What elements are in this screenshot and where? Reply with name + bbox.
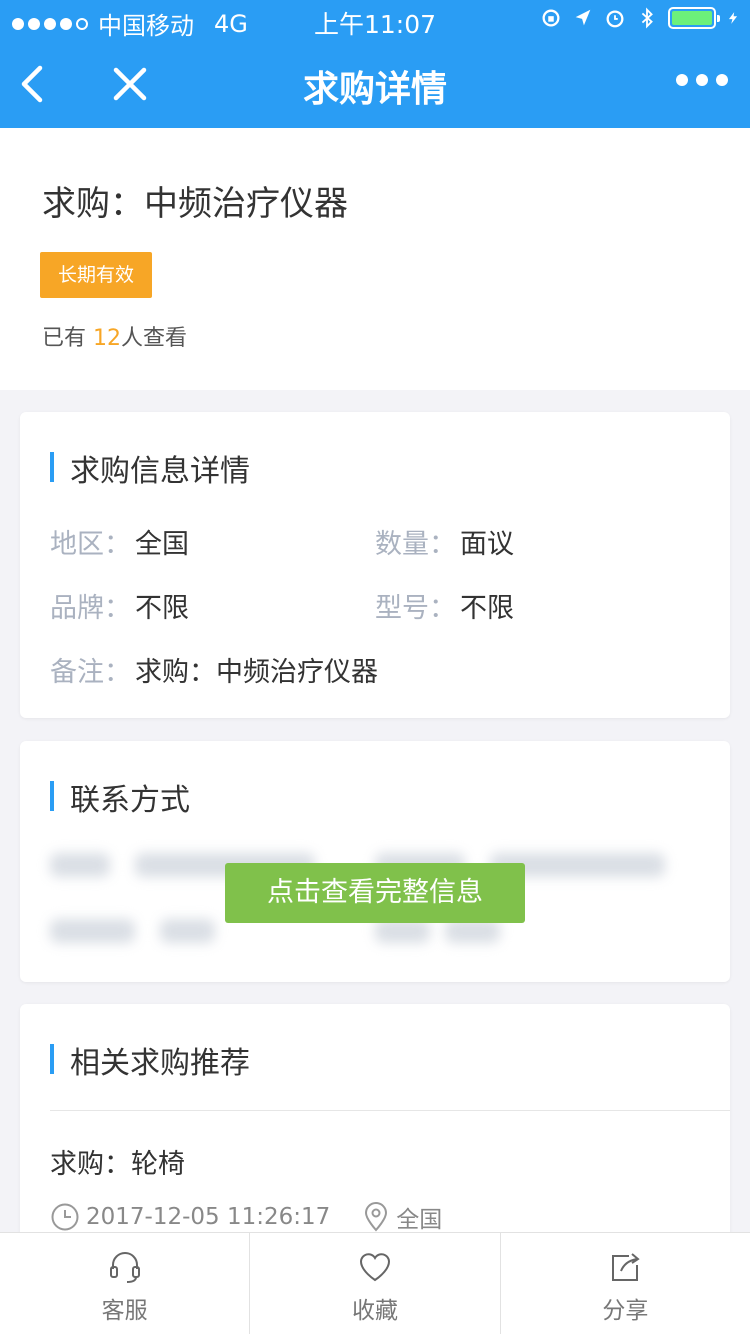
bluetooth-icon xyxy=(641,7,653,29)
tab-share[interactable]: 分享 xyxy=(499,1233,750,1334)
tab-favorite[interactable]: 收藏 xyxy=(249,1233,499,1334)
bottom-tab-bar: 客服 收藏 分享 xyxy=(0,1232,750,1334)
model-field: 型号： 不限 xyxy=(375,586,514,625)
tab-favorite-label: 收藏 xyxy=(351,1298,398,1324)
view-count-number: 12 xyxy=(93,326,121,351)
location-pin-icon xyxy=(365,1202,388,1232)
note-value: 求购：中频治疗仪器 xyxy=(135,657,378,688)
view-count: 已有 12人查看 xyxy=(42,320,187,352)
listing-header: 求购：中频治疗仪器 长期有效 已有 12人查看 xyxy=(0,128,750,390)
rotation-lock-icon xyxy=(542,9,560,27)
charging-icon xyxy=(728,12,738,24)
validity-badge: 长期有效 xyxy=(40,252,152,298)
contact-card-title: 联系方式 xyxy=(50,775,190,819)
tab-customer-service-label: 客服 xyxy=(101,1298,148,1324)
close-icon[interactable] xyxy=(110,64,150,104)
quantity-label: 数量： xyxy=(375,529,456,560)
quantity-value: 面议 xyxy=(460,529,514,560)
blurred-contact-label-2 xyxy=(50,919,135,943)
brand-label: 品牌： xyxy=(50,593,131,624)
tab-customer-service[interactable]: 客服 xyxy=(0,1233,249,1334)
tab-share-label: 分享 xyxy=(602,1298,649,1324)
headset-icon xyxy=(109,1252,140,1283)
related-item-meta: 2017-12-05 11:26:17 全国 xyxy=(50,1200,442,1234)
contact-card: 联系方式 点击查看完整信息 xyxy=(20,741,730,982)
blurred-contact-label xyxy=(50,853,110,877)
related-item-time: 2017-12-05 11:26:17 xyxy=(86,1204,331,1230)
quantity-field: 数量： 面议 xyxy=(375,522,514,561)
region-value: 全国 xyxy=(135,529,189,560)
related-card-title: 相关求购推荐 xyxy=(50,1038,250,1082)
region-label: 地区： xyxy=(50,529,131,560)
clock-icon xyxy=(51,1203,79,1231)
heart-icon xyxy=(359,1253,390,1282)
related-item-title[interactable]: 求购：轮椅 xyxy=(50,1142,185,1181)
note-field: 备注： 求购：中频治疗仪器 xyxy=(50,650,378,689)
model-label: 型号： xyxy=(375,593,456,624)
share-icon xyxy=(612,1253,640,1281)
status-right xyxy=(540,6,740,30)
brand-field: 品牌： 不限 xyxy=(50,586,189,625)
listing-title: 求购：中频治疗仪器 xyxy=(42,184,348,224)
view-count-prefix: 已有 xyxy=(42,326,93,351)
note-label: 备注： xyxy=(50,657,131,688)
divider xyxy=(50,1110,730,1111)
screen: 中国移动 4G 上午11:07 求购详情 求购：中频治疗仪器 长期有效 已有 1… xyxy=(0,0,750,1334)
alarm-icon xyxy=(606,10,624,28)
battery-icon xyxy=(668,7,720,29)
related-item-region: 全国 xyxy=(396,1207,443,1233)
status-bar: 中国移动 4G 上午11:07 xyxy=(0,0,750,40)
brand-value: 不限 xyxy=(135,593,189,624)
view-count-suffix: 人查看 xyxy=(121,326,188,351)
info-card: 求购信息详情 地区： 全国 数量： 面议 品牌： 不限 型号： 不限 备注： 求购：中频治… xyxy=(20,412,730,718)
related-card: 相关求购推荐 求购：轮椅 2017-12-05 11:26:17 全国 xyxy=(20,1004,730,1264)
blurred-contact-value-2 xyxy=(160,919,215,943)
view-full-info-button[interactable]: 点击查看完整信息 xyxy=(225,863,525,923)
region-field: 地区： 全国 xyxy=(50,522,189,561)
info-card-title: 求购信息详情 xyxy=(50,446,250,490)
more-icon[interactable] xyxy=(676,74,728,86)
back-icon[interactable] xyxy=(14,62,54,106)
model-value: 不限 xyxy=(460,593,514,624)
location-icon xyxy=(575,9,591,26)
nav-bar: 求购详情 xyxy=(0,40,750,128)
